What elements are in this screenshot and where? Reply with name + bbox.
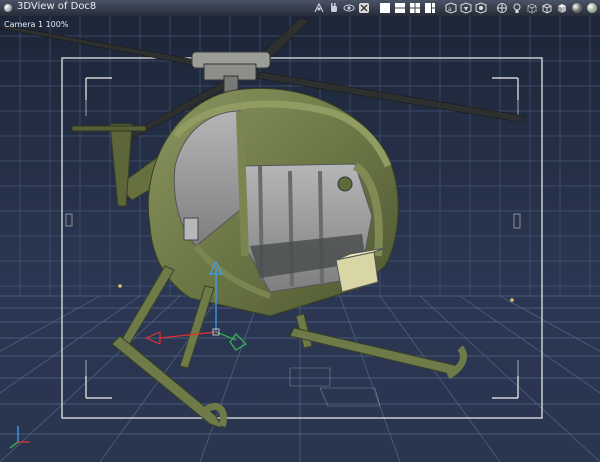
svg-text:a: a: [448, 6, 452, 13]
seat-detail: [183, 217, 199, 241]
render-c-icon[interactable]: [474, 2, 487, 15]
3dview-window: 3DView of Doc8 a Camera 1 100%: [0, 0, 600, 462]
four-view-icon[interactable]: [408, 2, 421, 15]
scene-canvas[interactable]: [0, 16, 600, 462]
bounding-box-icon[interactable]: [525, 2, 538, 15]
window-title: 3DView of Doc8: [17, 1, 97, 12]
view-toolbar: a: [312, 1, 598, 15]
wireframe-cube-icon[interactable]: [540, 2, 553, 15]
camera-move-icon[interactable]: [495, 2, 508, 15]
hand-tool-icon[interactable]: [327, 2, 340, 15]
two-view-icon[interactable]: [393, 2, 406, 15]
reset-view-icon[interactable]: [357, 2, 370, 15]
close-window-icon[interactable]: [4, 4, 12, 12]
smooth-shading-icon[interactable]: [585, 2, 598, 15]
camera-label[interactable]: Camera 1 100%: [4, 20, 68, 29]
sphere-shading-icon[interactable]: [570, 2, 583, 15]
layout-view-icon[interactable]: [423, 2, 436, 15]
3d-viewport[interactable]: Camera 1 100%: [0, 16, 600, 462]
pan-tool-icon[interactable]: [312, 2, 325, 15]
shaded-cube-icon[interactable]: [555, 2, 568, 15]
single-view-icon[interactable]: [378, 2, 391, 15]
render-a-icon[interactable]: a: [444, 2, 457, 15]
render-b-icon[interactable]: [459, 2, 472, 15]
title-bar[interactable]: 3DView of Doc8 a: [0, 0, 600, 17]
orbit-tool-icon[interactable]: [342, 2, 355, 15]
light-icon[interactable]: [510, 2, 523, 15]
